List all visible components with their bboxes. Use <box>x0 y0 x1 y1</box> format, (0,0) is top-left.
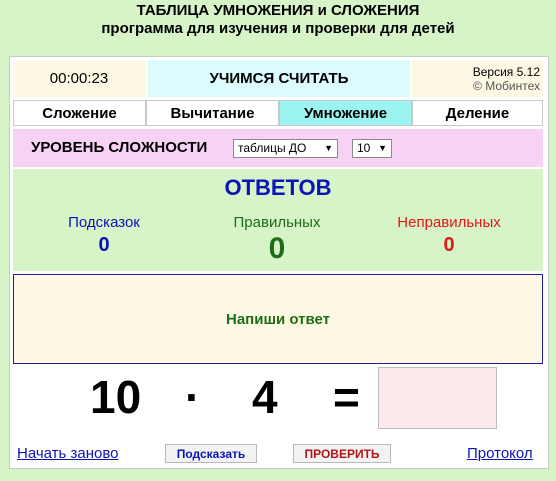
app-subtitle: программа для изучения и проверки для де… <box>101 20 455 37</box>
main-panel: 00:00:23 УЧИМСЯ СЧИТАТЬ Версия 5.12 © Мо… <box>9 56 549 469</box>
prompt-message: Напиши ответ <box>13 274 543 364</box>
limit-select[interactable]: 10 ▼ <box>352 139 392 158</box>
hints-count: 0 <box>98 234 110 256</box>
equals-sign: = <box>333 371 360 423</box>
brand-title: УЧИМСЯ СЧИТАТЬ <box>148 60 410 97</box>
check-button[interactable]: ПРОВЕРИТЬ <box>293 444 391 463</box>
problem-row: 10 · 4 = <box>13 363 543 435</box>
correct-stat: Правильных 0 <box>202 214 352 266</box>
restart-link[interactable]: Начать заново <box>17 445 119 462</box>
answers-title: ОТВЕТОВ <box>224 175 332 200</box>
chevron-down-icon: ▼ <box>324 143 333 153</box>
mode-select-value: таблицы ДО <box>238 141 307 155</box>
correct-label: Правильных <box>233 214 321 231</box>
hints-stat: Подсказок 0 <box>29 214 179 257</box>
tab-subtraction[interactable]: Вычитание <box>146 100 279 126</box>
hints-label: Подсказок <box>68 214 140 231</box>
app-title: ТАБЛИЦА УМНОЖЕНИЯ и СЛОЖЕНИЯ <box>136 2 420 19</box>
tab-addition[interactable]: Сложение <box>13 100 146 126</box>
hint-button[interactable]: Подсказать <box>165 444 257 463</box>
wrong-label: Неправильных <box>397 214 501 231</box>
mode-select[interactable]: таблицы ДО ▼ <box>233 139 338 158</box>
answers-panel: ОТВЕТОВ Подсказок 0 Правильных 0 Неправи… <box>13 169 543 271</box>
wrong-stat: Неправильных 0 <box>374 214 524 257</box>
operand-b: 4 <box>252 371 278 423</box>
tab-multiplication[interactable]: Умножение <box>279 100 412 126</box>
difficulty-label: УРОВЕНЬ СЛОЖНОСТИ <box>31 139 208 156</box>
answer-input[interactable] <box>378 367 497 429</box>
difficulty-bar: УРОВЕНЬ СЛОЖНОСТИ таблицы ДО ▼ 10 ▼ <box>13 129 543 167</box>
tab-division[interactable]: Деление <box>412 100 543 126</box>
log-link[interactable]: Протокол <box>467 445 533 462</box>
limit-select-value: 10 <box>357 141 371 155</box>
footer-bar: Начать заново Подсказать ПРОВЕРИТЬ Прото… <box>10 443 548 465</box>
timer-display: 00:00:23 <box>13 60 145 97</box>
chevron-down-icon: ▼ <box>378 143 387 153</box>
operation-tabs: Сложение Вычитание Умножение Деление <box>13 100 543 126</box>
wrong-count: 0 <box>443 234 455 256</box>
app-header: ТАБЛИЦА УМНОЖЕНИЯ и СЛОЖЕНИЯ программа д… <box>0 0 556 50</box>
version-label: Версия 5.12 <box>472 65 540 79</box>
version-info: Версия 5.12 © Мобинтех <box>412 60 543 97</box>
operand-a: 10 <box>90 371 142 423</box>
copyright-label: © Мобинтех <box>473 79 540 93</box>
correct-count: 0 <box>268 232 286 265</box>
operator-sign: · <box>185 371 201 423</box>
